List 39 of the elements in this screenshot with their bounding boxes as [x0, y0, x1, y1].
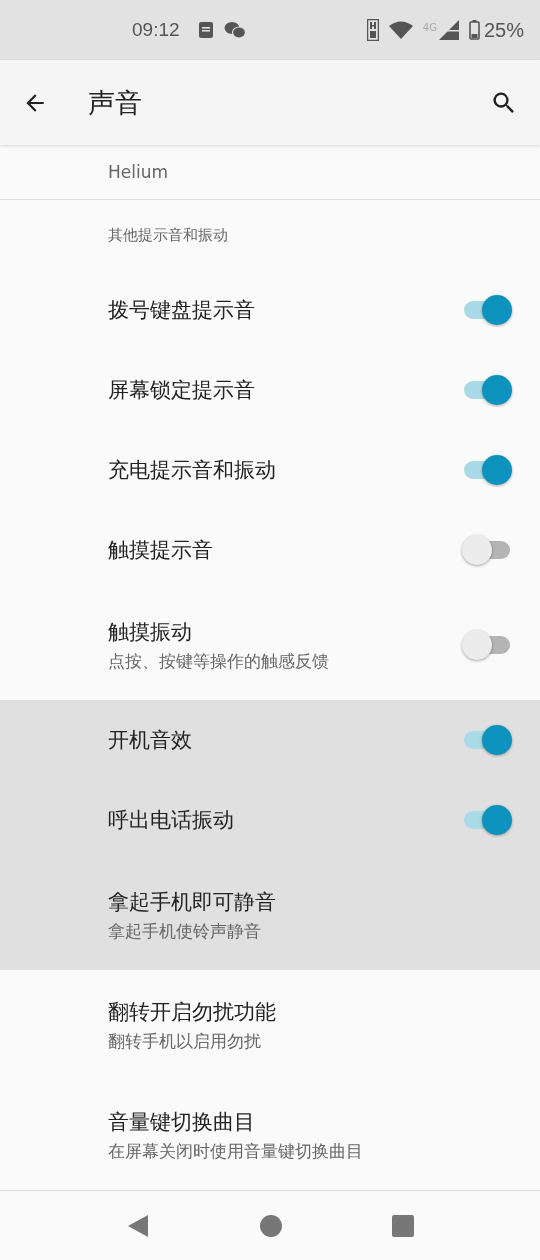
wifi-icon	[388, 21, 413, 39]
setting-title: 音量键切换曲目	[108, 1108, 256, 1136]
setting-summary: 翻转手机以启用勿扰	[108, 1029, 262, 1053]
setting-row[interactable]: 开机音效	[0, 700, 540, 780]
battery-icon	[468, 20, 480, 40]
section-header: 其他提示音和振动	[108, 225, 228, 245]
setting-title: 翻转开启勿扰功能	[108, 998, 277, 1026]
page-title: 声音	[88, 85, 143, 120]
network-type: 4G	[422, 22, 437, 33]
status-time: 09:12	[132, 19, 180, 41]
back-nav-icon[interactable]	[126, 1213, 150, 1238]
signal-icon	[438, 20, 459, 40]
setting-title: 拨号键盘提示音	[108, 297, 256, 324]
setting-title: 触摸振动	[108, 618, 193, 646]
setting-summary: 拿起手机使铃声静音	[108, 919, 262, 943]
setting-row[interactable]: 翻转开启勿扰功能 翻转手机以启用勿扰	[0, 970, 540, 1080]
setting-title: 屏幕锁定提示音	[108, 377, 256, 404]
chat-icon	[223, 21, 246, 39]
setting-title: 呼出电话振动	[108, 807, 235, 834]
setting-title: 开机音效	[108, 727, 193, 754]
setting-summary: Helium	[108, 162, 169, 182]
hd-icon	[366, 19, 379, 41]
setting-row[interactable]: 触摸提示音	[0, 510, 540, 590]
setting-title: 充电提示音和振动	[108, 457, 277, 484]
setting-summary: 点按、按键等操作的触感反馈	[108, 649, 330, 673]
setting-row[interactable]: 拨号键盘提示音	[0, 270, 540, 350]
setting-row[interactable]: 屏幕锁定提示音	[0, 350, 540, 430]
home-nav-icon[interactable]	[260, 1214, 282, 1237]
setting-row[interactable]: 触摸振动 点按、按键等操作的触感反馈	[0, 590, 540, 700]
setting-summary: 在屏幕关闭时使用音量键切换曲目	[108, 1139, 364, 1163]
setting-row[interactable]: 拿起手机即可静音 拿起手机使铃声静音	[0, 860, 540, 970]
setting-row[interactable]: 充电提示音和振动	[0, 430, 540, 510]
notification-icon	[197, 21, 214, 39]
setting-row[interactable]: 呼出电话振动	[0, 780, 540, 860]
recents-nav-icon[interactable]	[392, 1214, 414, 1237]
setting-row[interactable]: 音量键切换曲目 在屏幕关闭时使用音量键切换曲目	[0, 1080, 540, 1190]
battery-level: 25%	[483, 18, 524, 42]
setting-title: 触摸提示音	[108, 537, 214, 564]
setting-title: 拿起手机即可静音	[108, 888, 277, 916]
